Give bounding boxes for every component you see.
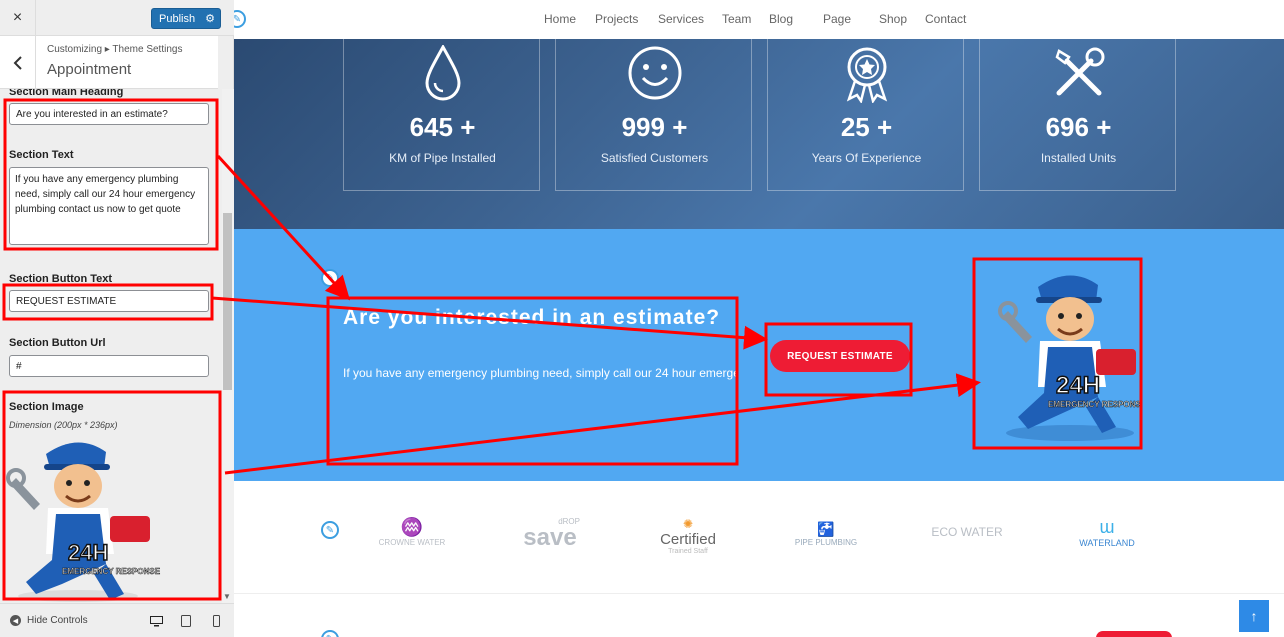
button-text-field-label: Section Button Text [9, 273, 113, 285]
nav-contact[interactable]: Contact [925, 12, 966, 26]
nav-team[interactable]: Team [722, 12, 751, 26]
edit-shortcut-icon[interactable]: ✎ [234, 10, 246, 28]
stat-card: 696 + Installed Units [979, 39, 1176, 191]
stats-section: 645 + KM of Pipe Installed 999 + Satisfi… [234, 39, 1284, 229]
client-logo: ɯ WATERLAND [1067, 517, 1147, 557]
sidebar-controls: Section Main Heading Section Text If you… [0, 89, 222, 603]
publish-button[interactable]: Publish ⚙ [151, 8, 221, 29]
request-estimate-button[interactable]: REQUEST ESTIMATE [770, 340, 910, 372]
section-header: Customizing ▸ Theme Settings Appointment [0, 36, 218, 89]
gear-icon[interactable]: ⚙ [205, 12, 215, 25]
chevron-left-icon [13, 55, 22, 70]
text-textarea[interactable]: If you have any emergency plumbing need,… [9, 167, 209, 245]
client-name: ECO WATER [931, 525, 1003, 539]
breadcrumb: Customizing ▸ Theme Settings [47, 44, 183, 55]
tablet-icon [181, 615, 191, 627]
nav-shop[interactable]: Shop [879, 12, 907, 26]
stat-suffix: + [460, 112, 476, 142]
site-preview: ✎ Home Projects Services Team Blog Page … [234, 0, 1284, 637]
customizer-window: × Publish ⚙ Customizing ▸ Theme Settings… [0, 0, 1284, 637]
stat-label: Satisfied Customers [600, 151, 709, 165]
section-image-thumbnail[interactable]: 24H EMERGENCY RESPONSE [6, 434, 166, 603]
stat-card: 999 + Satisfied Customers [555, 39, 752, 191]
back-button[interactable] [0, 36, 36, 89]
stat-number: 25 [840, 112, 870, 142]
sidebar-footer: ◀ Hide Controls [0, 603, 234, 637]
cta-text: If you have any emergency plumbing need,… [343, 366, 738, 380]
close-customizer-button[interactable]: × [0, 0, 36, 36]
nav-services[interactable]: Services [658, 12, 704, 26]
client-logo: ✺ Certified Trained Staff [648, 517, 728, 557]
nav-projects[interactable]: Projects [595, 12, 638, 26]
client-logo: ♒ CROWNE WATER [372, 517, 452, 557]
cta-heading: Are you interested in an estimate? [343, 306, 721, 329]
customizer-sidebar: × Publish ⚙ Customizing ▸ Theme Settings… [0, 0, 234, 637]
stat-suffix: + [1096, 112, 1112, 142]
edit-shortcut-icon[interactable]: ✎ [321, 521, 339, 539]
image-field-label: Section Image [9, 401, 84, 413]
cta-mascot-image: 24H EMERGENCY RESPONSE [998, 275, 1142, 441]
smiley-icon [628, 46, 681, 100]
client-name: CROWNE WATER [378, 538, 446, 547]
arrow-up-icon: ↑ [1250, 608, 1258, 624]
stat-label: Years Of Experience [811, 151, 922, 165]
tools-icon [1055, 47, 1104, 96]
client-name: PIPE PLUMBING [794, 538, 858, 547]
hide-controls-button[interactable]: ◀ Hide Controls [10, 615, 88, 626]
nav-home[interactable]: Home [544, 12, 576, 26]
text-field-label: Section Text [9, 149, 74, 161]
client-logo: 🚰 PIPE PLUMBING [786, 521, 866, 561]
stat-card: 645 + KM of Pipe Installed [343, 39, 540, 191]
sidebar-scrollbar[interactable]: ▼ [222, 89, 234, 603]
client-name: Certified [660, 531, 716, 548]
cta-emergency: EMERGENCY RESPONSE [1048, 400, 1142, 409]
stat-card: 25 + Years Of Experience [767, 39, 964, 191]
stat-number: 696 [1045, 112, 1089, 142]
close-icon: × [12, 9, 23, 26]
client-tag: Trained Staff [668, 548, 708, 555]
nav-blog[interactable]: Blog [769, 12, 793, 26]
partial-button[interactable] [1096, 631, 1172, 637]
hide-controls-label: Hide Controls [27, 615, 88, 626]
client-name: WATERLAND [1079, 538, 1135, 548]
nav-page[interactable]: Page [823, 12, 851, 26]
sidebar-topbar: × Publish ⚙ [0, 0, 234, 36]
edit-shortcut-icon[interactable]: ✎ [321, 269, 339, 287]
client-logo: ECO WATER [927, 517, 1007, 557]
cta-24h: 24H [1056, 372, 1100, 399]
stat-suffix: + [672, 112, 688, 142]
heading-field-label: Section Main Heading [9, 89, 124, 98]
client-logo: dROP save [510, 517, 590, 557]
button-url-input[interactable] [9, 355, 209, 377]
hide-controls-icon: ◀ [10, 615, 21, 626]
mobile-preview-button[interactable] [208, 614, 224, 628]
back-to-top-button[interactable]: ↑ [1239, 600, 1269, 632]
thumb-24h: 24H [68, 540, 108, 565]
stat-label: KM of Pipe Installed [389, 151, 496, 165]
scrollbar-thumb[interactable] [223, 213, 232, 390]
mobile-icon [212, 615, 220, 627]
edit-shortcut-icon[interactable]: ✎ [321, 630, 339, 637]
clients-section: ✎ ♒ CROWNE WATER dROP save ✺ Certified T… [234, 481, 1284, 594]
desktop-preview-button[interactable] [148, 614, 164, 628]
button-text-input[interactable] [9, 290, 209, 312]
section-title: Appointment [47, 61, 132, 78]
client-name: save [523, 524, 577, 551]
tablet-preview-button[interactable] [178, 614, 194, 628]
button-url-field-label: Section Button Url [9, 337, 106, 349]
publish-label: Publish [159, 12, 196, 25]
stat-label: Installed Units [1040, 151, 1117, 165]
heading-input[interactable] [9, 103, 209, 125]
scroll-down-icon[interactable]: ▼ [223, 592, 231, 601]
desktop-icon [149, 615, 163, 626]
stat-number: 645 [409, 112, 453, 142]
water-drop-icon [424, 45, 461, 101]
stat-number: 999 [621, 112, 665, 142]
stat-suffix: + [876, 112, 893, 142]
appointment-section: ✎ Are you interested in an estimate? If … [234, 229, 1284, 481]
image-dimension-note: Dimension (200px * 236px) [9, 420, 118, 430]
main-navigation: ✎ Home Projects Services Team Blog Page … [234, 0, 1284, 39]
award-ribbon-icon [846, 47, 887, 103]
thumb-emergency: EMERGENCY RESPONSE [62, 567, 161, 576]
